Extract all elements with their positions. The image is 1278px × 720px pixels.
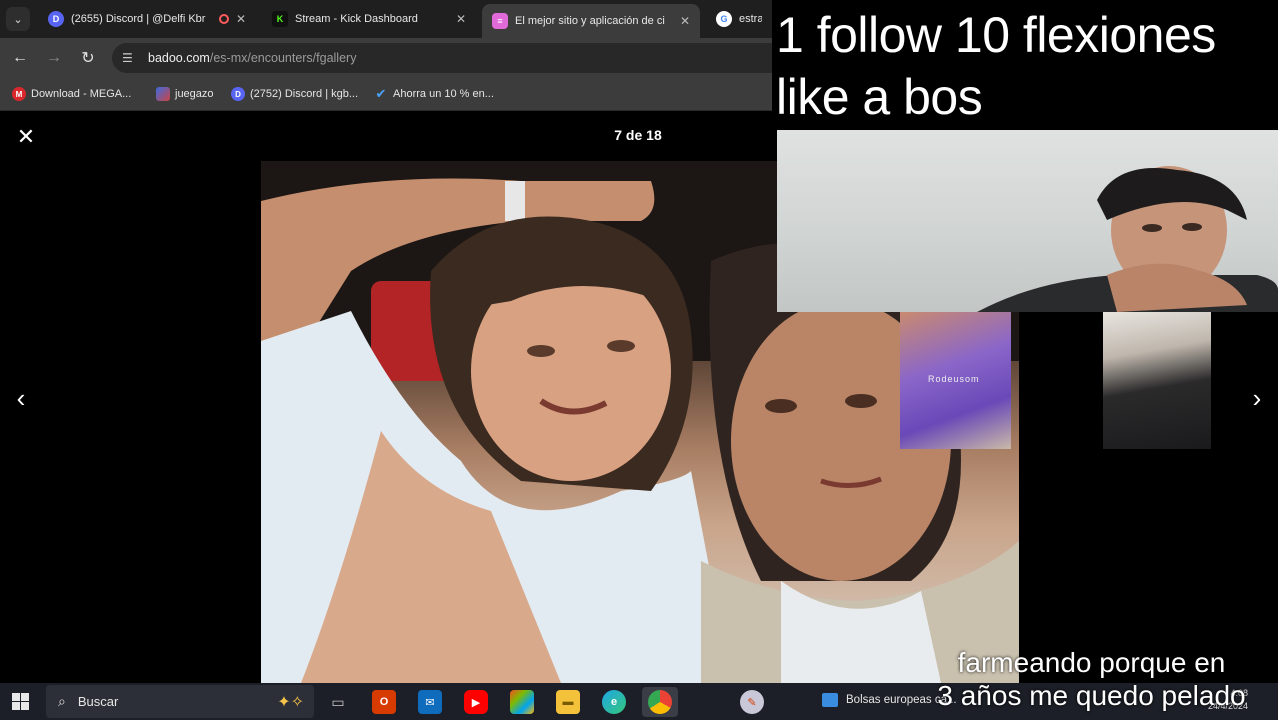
tab-title: El mejor sitio y aplicación de ci	[515, 15, 665, 27]
google-icon: G	[716, 11, 732, 27]
close-icon[interactable]: ✕	[14, 125, 38, 149]
address-bar[interactable]: ☰ badoo.com/es-mx/encounters/fgallery	[112, 43, 852, 73]
discord-icon: D	[48, 11, 64, 27]
taskbar-search-box[interactable]: ⌕ Buscar ✦✧	[46, 685, 314, 718]
recording-icon	[218, 14, 229, 24]
bookmark-juegazo[interactable]: juegazo	[156, 85, 214, 103]
thumbnail-tag: Rodeusom	[928, 374, 980, 384]
paint-icon[interactable]: ✎	[740, 690, 764, 714]
edge-icon[interactable]: e	[602, 690, 626, 714]
copilot-sparkle-icon: ✦✧	[277, 693, 304, 711]
bookmark-mega[interactable]: M Download - MEGA...	[12, 85, 131, 103]
search-icon: ⌕	[58, 693, 66, 709]
check-icon: ✔	[375, 86, 387, 101]
taskbar-search-placeholder: Buscar	[77, 694, 119, 709]
bookmark-label: Download - MEGA...	[31, 88, 132, 100]
kick-icon: K	[272, 11, 288, 27]
stream-thumbnail-right	[1103, 312, 1211, 449]
game-icon	[156, 87, 170, 101]
url-text: badoo.com/es-mx/encounters/fgallery	[148, 51, 356, 65]
mega-icon: M	[12, 87, 26, 101]
news-icon	[822, 693, 838, 707]
forward-button[interactable]: →	[44, 48, 64, 68]
webcam-feed	[777, 130, 1278, 312]
tab-close-icon[interactable]: ✕	[456, 12, 466, 26]
tab-kick[interactable]: K Stream - Kick Dashboard ✕	[262, 4, 476, 34]
url-path: /es-mx/encounters/fgallery	[209, 51, 357, 65]
chevron-down-icon: ⌄	[13, 13, 23, 26]
chevron-right-icon[interactable]: ›	[1245, 383, 1269, 414]
tab-close-icon[interactable]: ✕	[680, 14, 690, 28]
tab-title: (2655) Discord | @Delfi Kbr	[71, 13, 206, 25]
chrome-icon[interactable]	[648, 690, 672, 714]
url-host: badoo.com	[148, 51, 210, 65]
bookmark-discord[interactable]: D (2752) Discord | kgb...	[231, 85, 358, 103]
bottom-caption-line-2: 3 años me quedo pelado	[937, 680, 1246, 711]
site-info-icon[interactable]: ☰	[122, 51, 138, 65]
back-button[interactable]: ←	[10, 48, 30, 68]
overlay-title: 1 follow 10 flexiones like a bos	[776, 4, 1216, 128]
bookmark-ahorra[interactable]: ✔ Ahorra un 10 % en...	[374, 85, 494, 103]
webcam-illustration	[977, 166, 1278, 312]
stream-thumbnail-left: Rodeusom	[900, 312, 1011, 449]
tab-discord[interactable]: D (2655) Discord | @Delfi Kbr ✕	[38, 4, 256, 34]
overlay-line-1: 1 follow 10 flexiones	[776, 7, 1216, 63]
bookmark-label: (2752) Discord | kgb...	[250, 88, 359, 100]
bottom-caption-line-1: farmeando porque en	[957, 647, 1226, 678]
tab-google[interactable]: G estrabis	[706, 4, 772, 34]
photo-counter: 7 de 18	[614, 127, 662, 143]
bookmark-label: juegazo	[175, 88, 214, 100]
tab-title: Stream - Kick Dashboard	[295, 13, 418, 25]
overlay-line-2: like a bos	[776, 69, 983, 125]
file-explorer-icon[interactable]: ▬	[556, 690, 580, 714]
tab-title: estrabis	[739, 13, 762, 25]
discord-icon: D	[231, 87, 245, 101]
reload-button[interactable]: ↻	[78, 48, 98, 68]
youtube-icon[interactable]: ▶	[464, 690, 488, 714]
overlay-bottom-caption: farmeando porque en 3 años me quedo pela…	[905, 646, 1278, 712]
chevron-left-icon[interactable]: ‹	[9, 383, 33, 414]
tab-close-icon[interactable]: ✕	[236, 12, 246, 26]
task-view-icon[interactable]: ▭	[326, 690, 350, 714]
mail-icon[interactable]: ✉	[418, 690, 442, 714]
bookmark-label: Ahorra un 10 % en...	[393, 88, 494, 100]
tab-badoo[interactable]: ≡ El mejor sitio y aplicación de ci ✕	[482, 4, 700, 38]
windows-start-icon[interactable]	[12, 693, 29, 710]
microsoft-store-icon[interactable]	[510, 690, 534, 714]
tab-search-button[interactable]: ⌄	[6, 7, 30, 31]
badoo-icon: ≡	[492, 13, 508, 29]
office-icon[interactable]: O	[372, 690, 396, 714]
